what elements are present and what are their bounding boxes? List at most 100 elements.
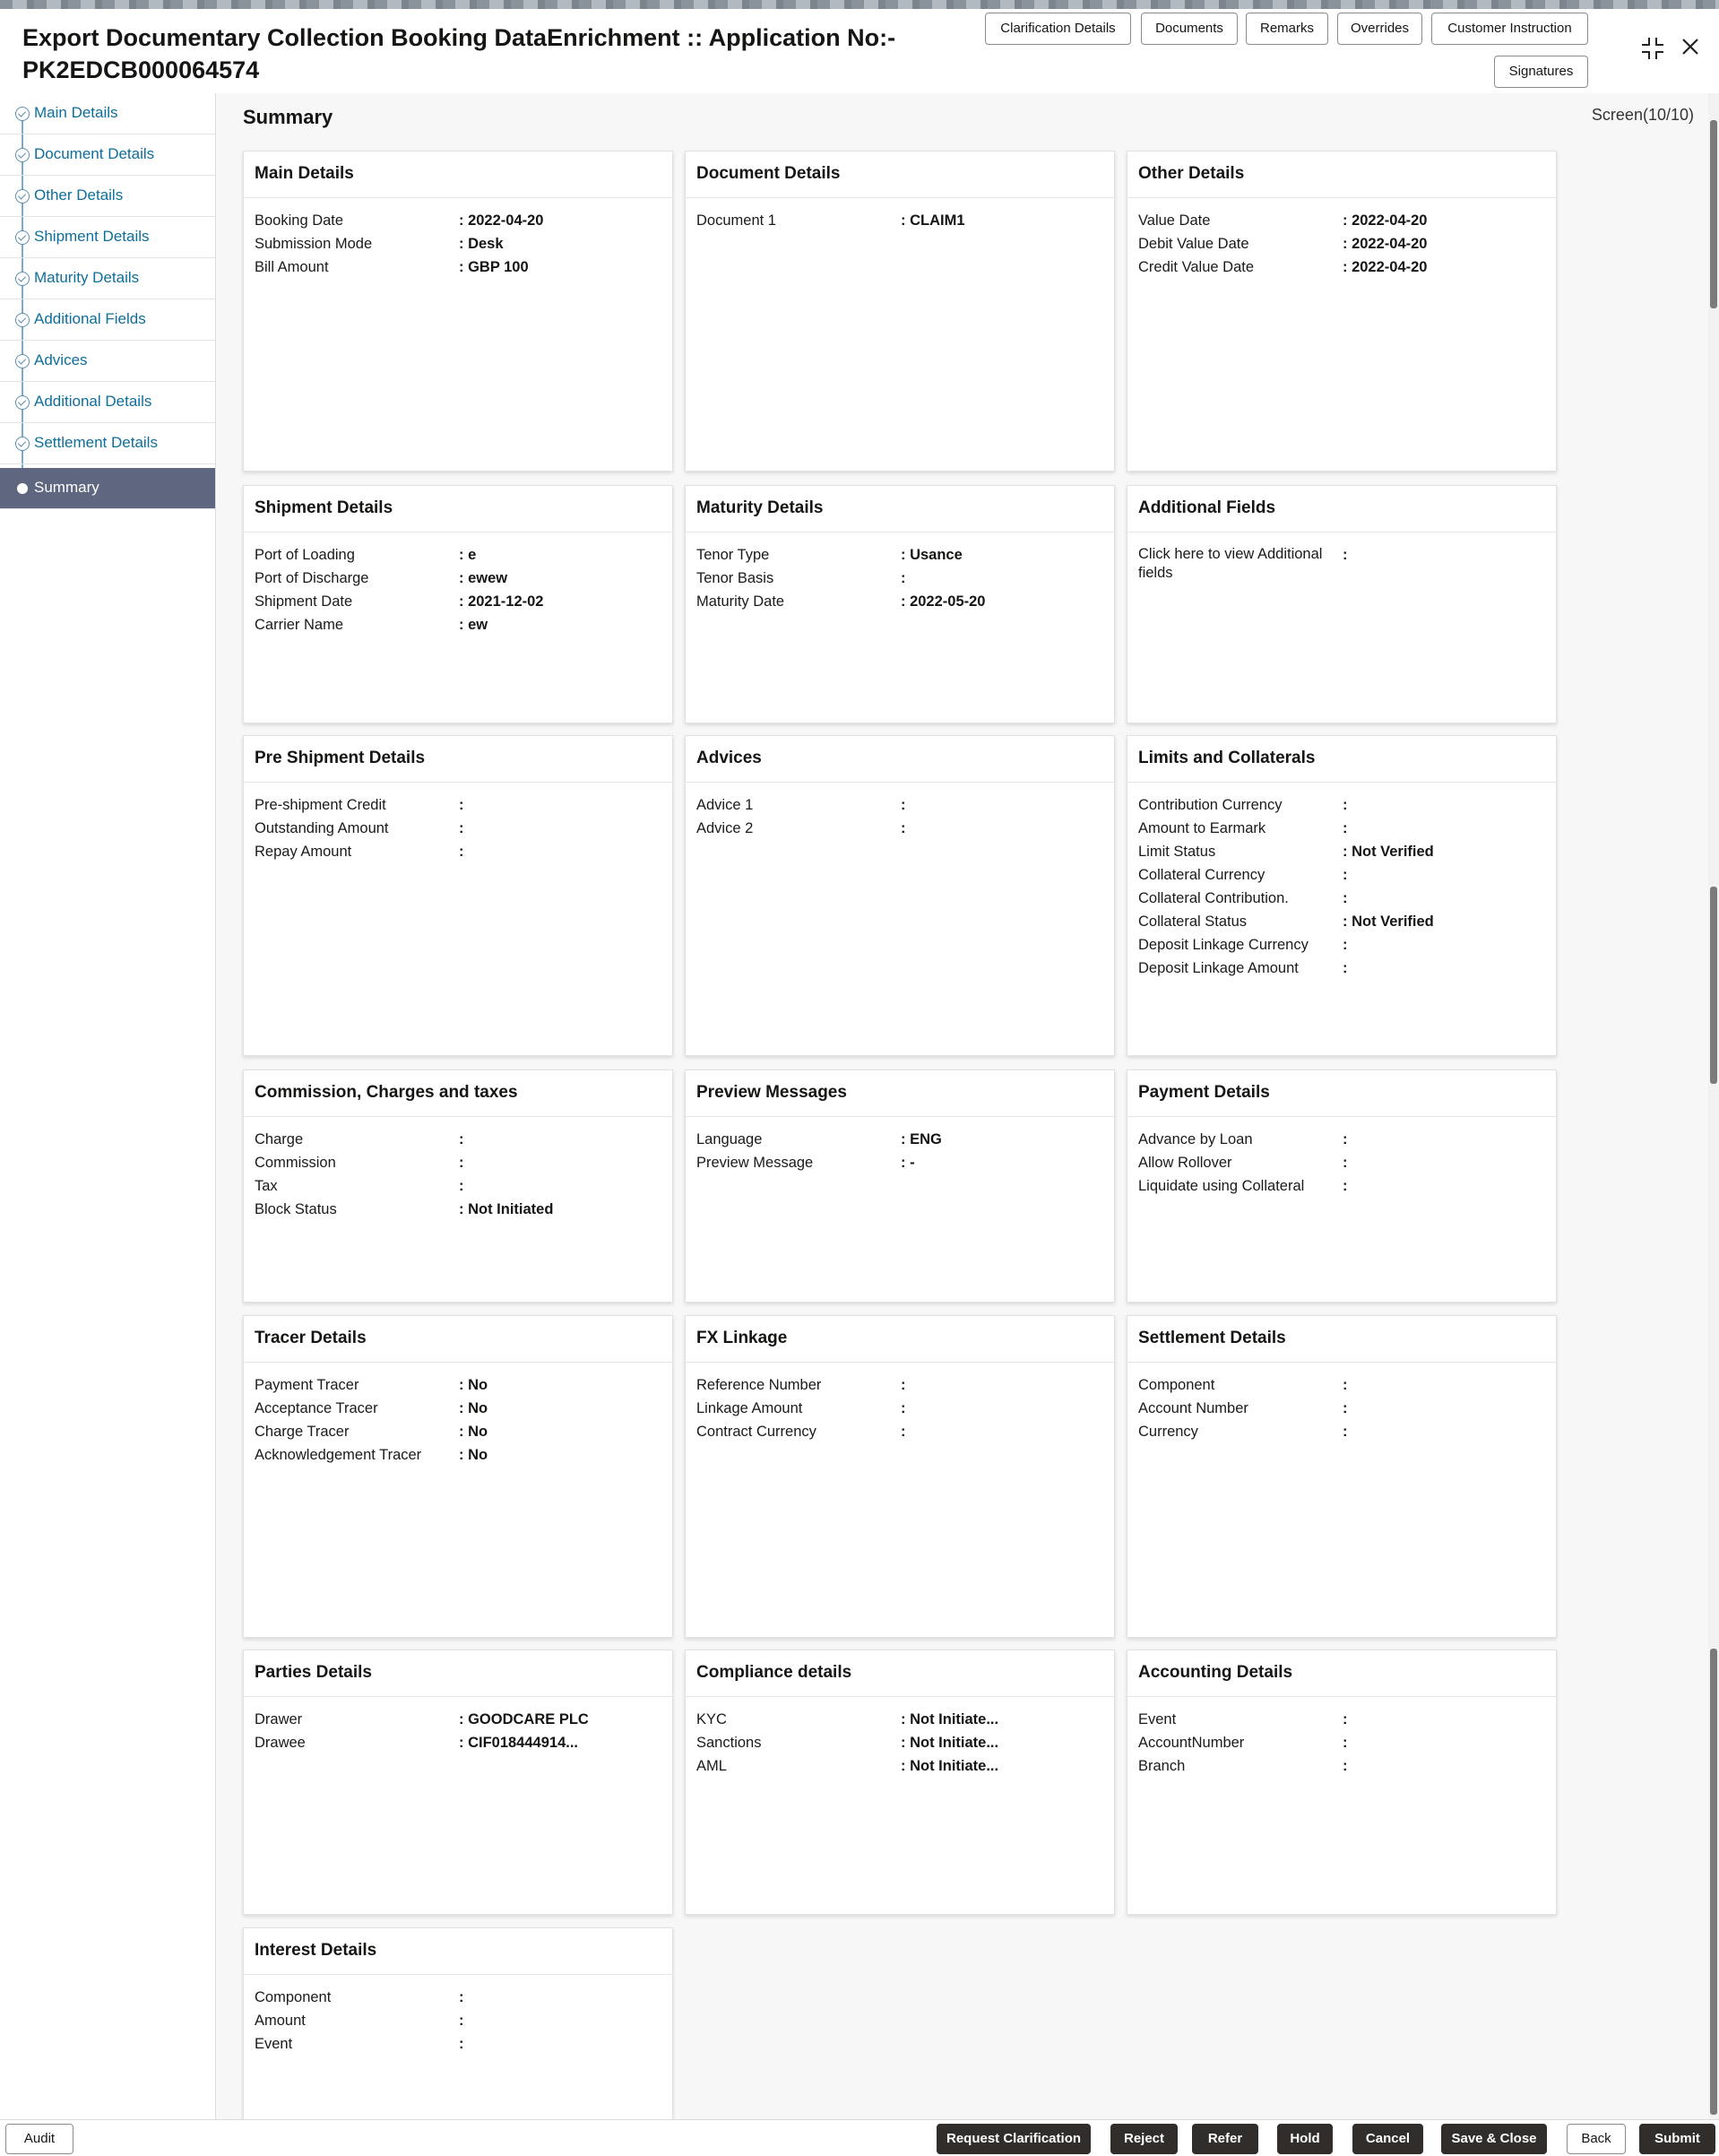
card-title: Other Details (1127, 152, 1556, 198)
sidebar-item-shipment-details[interactable]: Shipment Details (0, 217, 215, 258)
action-footer: Audit Request Clarification Reject Refer… (0, 2119, 1719, 2156)
sidebar-item-label: Shipment Details (34, 228, 150, 245)
card-settlement-details[interactable]: Settlement Details Component: Account Nu… (1127, 1315, 1557, 1638)
field-label: Tax (255, 1178, 278, 1194)
signatures-button[interactable]: Signatures (1494, 56, 1588, 88)
field-label: Acknowledgement Tracer (255, 1447, 422, 1463)
card-main-details[interactable]: Main Details Booking Date: 2022-04-20 Su… (243, 151, 673, 472)
sidebar-item-advices[interactable]: Advices (0, 341, 215, 382)
sidebar-item-additional-details[interactable]: Additional Details (0, 382, 215, 423)
cancel-button[interactable]: Cancel (1352, 2124, 1423, 2154)
reject-button[interactable]: Reject (1110, 2124, 1178, 2154)
scrollbar-thumb[interactable] (1710, 1864, 1717, 2115)
audit-button[interactable]: Audit (5, 2124, 73, 2154)
card-maturity-details[interactable]: Maturity Details Tenor Type: Usance Teno… (685, 485, 1115, 723)
field-value: : (901, 820, 906, 836)
field-value: : 2022-04-20 (1343, 212, 1428, 229)
refer-button[interactable]: Refer (1192, 2124, 1258, 2154)
field-label: Amount to Earmark (1138, 820, 1266, 836)
field-label: Shipment Date (255, 593, 353, 610)
field-label: Drawer (255, 1711, 303, 1727)
page-title: Export Documentary Collection Booking Da… (22, 24, 896, 83)
scrollbar-thumb[interactable] (1710, 887, 1717, 1084)
card-additional-fields[interactable]: Additional Fields Click here to view Add… (1127, 485, 1557, 723)
card-payment-details[interactable]: Payment Details Advance by Loan: Allow R… (1127, 1069, 1557, 1303)
documents-button[interactable]: Documents (1141, 13, 1238, 45)
sidebar-item-additional-fields[interactable]: Additional Fields (0, 299, 215, 341)
sidebar-item-label: Main Details (34, 104, 118, 121)
card-title: Advices (686, 736, 1114, 783)
field-label: Reference Number (696, 1377, 822, 1393)
field-value: : (459, 820, 464, 836)
clarification-details-button[interactable]: Clarification Details (985, 13, 1131, 45)
sidebar-item-main-details[interactable]: Main Details (0, 93, 215, 134)
field-value: : 2021-12-02 (459, 593, 544, 610)
collapse-icon[interactable] (1640, 36, 1665, 66)
page-scrollbar[interactable] (1708, 93, 1719, 2119)
field-label: Port of Discharge (255, 570, 369, 586)
card-compliance-details[interactable]: Compliance details KYC: Not Initiate... … (685, 1649, 1115, 1915)
card-other-details[interactable]: Other Details Value Date: 2022-04-20 Deb… (1127, 151, 1557, 472)
field-value: : (1343, 960, 1348, 976)
overrides-button[interactable]: Overrides (1337, 13, 1422, 45)
submit-button[interactable]: Submit (1639, 2124, 1715, 2154)
card-title: Compliance details (686, 1650, 1114, 1697)
sidebar-item-document-details[interactable]: Document Details (0, 134, 215, 176)
field-label: Amount (255, 2013, 306, 2029)
back-button[interactable]: Back (1567, 2124, 1626, 2154)
section-title: Summary (243, 106, 333, 128)
card-title: Document Details (686, 152, 1114, 198)
card-title: Shipment Details (244, 486, 672, 533)
check-circle-icon (15, 313, 30, 327)
card-interest-details[interactable]: Interest Details Component: Amount: Even… (243, 1927, 673, 2134)
field-label: Deposit Linkage Amount (1138, 960, 1299, 976)
field-label: Liquidate using Collateral (1138, 1178, 1305, 1194)
field-value: : 2022-04-20 (1343, 236, 1428, 252)
field-label: Collateral Status (1138, 913, 1248, 930)
card-preview-messages[interactable]: Preview Messages Language: ENG Preview M… (685, 1069, 1115, 1303)
field-label: Value Date (1138, 212, 1211, 229)
field-label: Bill Amount (255, 259, 329, 275)
field-value: : (1343, 867, 1348, 883)
field-value: : Not Initiate... (901, 1711, 999, 1727)
field-value: : Not Verified (1343, 913, 1434, 930)
field-value: : (459, 1989, 464, 2005)
sidebar-item-other-details[interactable]: Other Details (0, 176, 215, 217)
card-tracer-details[interactable]: Tracer Details Payment Tracer: No Accept… (243, 1315, 673, 1638)
card-title: Accounting Details (1127, 1650, 1556, 1697)
card-pre-shipment-details[interactable]: Pre Shipment Details Pre-shipment Credit… (243, 735, 673, 1056)
customer-instruction-button[interactable]: Customer Instruction (1431, 13, 1588, 45)
field-value: : Not Verified (1343, 844, 1434, 860)
scrollbar-thumb[interactable] (1710, 120, 1717, 308)
card-accounting-details[interactable]: Accounting Details Event: AccountNumber:… (1127, 1649, 1557, 1915)
close-icon[interactable] (1680, 36, 1701, 63)
field-value: : No (459, 1377, 488, 1393)
hold-button[interactable]: Hold (1277, 2124, 1333, 2154)
check-circle-icon (15, 395, 30, 410)
view-additional-fields-link[interactable]: Click here to view Additional fields (1138, 543, 1343, 583)
card-document-details[interactable]: Document Details Document 1: CLAIM1 (685, 151, 1115, 472)
field-value: : (901, 797, 906, 813)
card-title: Commission, Charges and taxes (244, 1070, 672, 1117)
card-parties-details[interactable]: Parties Details Drawer: GOODCARE PLC Dra… (243, 1649, 673, 1915)
summary-content: Summary Screen(10/10) Main Details Booki… (216, 93, 1719, 2134)
save-and-close-button[interactable]: Save & Close (1441, 2124, 1547, 2154)
card-limits-and-collaterals[interactable]: Limits and Collaterals Contribution Curr… (1127, 735, 1557, 1056)
sidebar-item-maturity-details[interactable]: Maturity Details (0, 258, 215, 299)
remarks-button[interactable]: Remarks (1246, 13, 1328, 45)
sidebar-item-summary[interactable]: Summary (0, 468, 215, 509)
sidebar-item-settlement-details[interactable]: Settlement Details (0, 423, 215, 464)
field-value: : (459, 2036, 464, 2052)
sidebar-item-label: Advices (34, 351, 88, 368)
card-commission-charges-taxes[interactable]: Commission, Charges and taxes Charge: Co… (243, 1069, 673, 1303)
card-shipment-details[interactable]: Shipment Details Port of Loading: e Port… (243, 485, 673, 723)
field-label: Outstanding Amount (255, 820, 389, 836)
request-clarification-button[interactable]: Request Clarification (937, 2124, 1091, 2154)
field-value: : (1343, 1155, 1348, 1171)
card-fx-linkage[interactable]: FX Linkage Reference Number: Linkage Amo… (685, 1315, 1115, 1638)
field-label: Event (255, 2036, 293, 2052)
card-advices[interactable]: Advices Advice 1: Advice 2: (685, 735, 1115, 1056)
field-value: : (901, 570, 906, 586)
field-value: : GBP 100 (459, 259, 529, 275)
field-value: : (459, 1155, 464, 1171)
